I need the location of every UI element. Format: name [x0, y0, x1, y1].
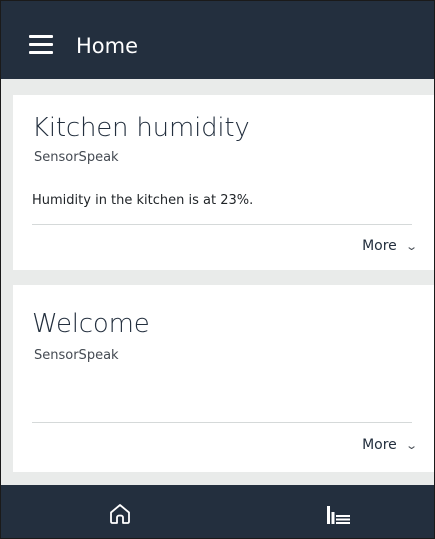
more-button[interactable]: More ⌄ [362, 238, 418, 254]
hamburger-menu-icon[interactable] [29, 35, 53, 55]
chevron-down-icon: ⌄ [404, 439, 418, 452]
page-title: Home [76, 34, 139, 58]
more-label: More [362, 238, 397, 254]
card-title: Welcome [32, 309, 150, 339]
card-divider [32, 224, 412, 225]
more-label: More [362, 437, 397, 453]
card-skill-name: SensorSpeak [34, 150, 119, 165]
card-body-text: Humidity in the kitchen is at 23%. [32, 193, 254, 208]
card-divider [32, 422, 412, 423]
bottom-nav [1, 485, 434, 538]
header-bar: Home [1, 1, 434, 79]
card-skill-name: SensorSpeak [34, 348, 119, 363]
card-kitchen-humidity: Kitchen humidity SensorSpeak Humidity in… [13, 95, 434, 270]
card-title: Kitchen humidity [32, 113, 250, 143]
activity-bars-icon[interactable] [327, 506, 351, 524]
app-frame: Home Kitchen humidity SensorSpeak Humidi… [0, 0, 435, 539]
home-icon[interactable] [108, 502, 132, 526]
card-welcome: Welcome SensorSpeak More ⌄ [13, 285, 434, 472]
more-button[interactable]: More ⌄ [362, 437, 418, 453]
chevron-down-icon: ⌄ [404, 240, 418, 253]
